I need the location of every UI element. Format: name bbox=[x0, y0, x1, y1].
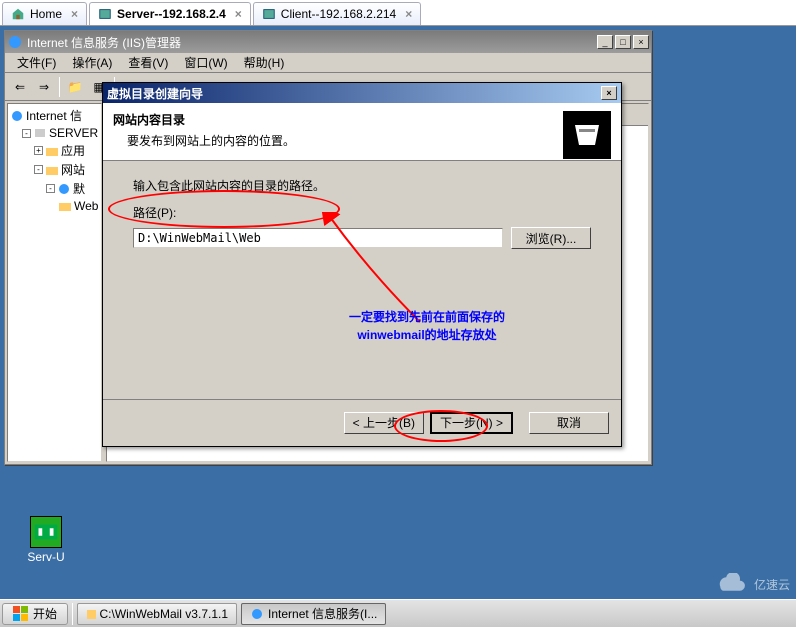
wizard-header-text: 网站内容目录 要发布到网站上的内容的位置。 bbox=[113, 111, 563, 152]
tree-server[interactable]: -SERVER bbox=[10, 125, 99, 141]
wizard-subheading: 要发布到网站上的内容的位置。 bbox=[113, 132, 563, 149]
annotation-text: 一定要找到先前在前面保存的winwebmail的地址存放处 bbox=[322, 308, 532, 344]
tree-web[interactable]: -网站 bbox=[10, 160, 99, 179]
minimize-button[interactable]: _ bbox=[597, 35, 613, 49]
close-icon[interactable]: × bbox=[71, 7, 78, 21]
path-input[interactable] bbox=[133, 228, 503, 248]
close-button[interactable]: × bbox=[633, 35, 649, 49]
wizard-header-icon bbox=[563, 111, 611, 159]
tab-label: Home bbox=[30, 7, 62, 21]
wizard-title: 虚拟目录创建向导 bbox=[107, 85, 599, 102]
close-icon[interactable]: × bbox=[235, 7, 242, 21]
forward-button[interactable]: ⇒ bbox=[33, 76, 55, 98]
next-button[interactable]: 下一步(N) > bbox=[430, 412, 513, 434]
task-winwebmail[interactable]: C:\WinWebMail v3.7.1.1 bbox=[77, 603, 237, 625]
close-button[interactable]: × bbox=[601, 86, 617, 100]
back-button[interactable]: ⇐ bbox=[9, 76, 31, 98]
start-button[interactable]: 开始 bbox=[2, 603, 68, 625]
path-row: 浏览(R)... bbox=[133, 227, 591, 249]
menu-file[interactable]: 文件(F) bbox=[9, 52, 64, 73]
tree-app[interactable]: +应用 bbox=[10, 141, 99, 160]
tab-label: Client--192.168.2.214 bbox=[281, 7, 396, 21]
task-label: C:\WinWebMail v3.7.1.1 bbox=[100, 607, 229, 621]
wizard-body: 输入包含此网站内容的目录的路径。 路径(P): 浏览(R)... bbox=[103, 161, 621, 399]
wizard-instruction: 输入包含此网站内容的目录的路径。 bbox=[133, 177, 591, 194]
window-title: Internet 信息服务 (IIS)管理器 bbox=[27, 34, 595, 51]
back-button[interactable]: < 上一步(B) bbox=[344, 412, 424, 434]
wizard-heading: 网站内容目录 bbox=[113, 111, 563, 128]
windows-icon bbox=[13, 606, 29, 622]
wizard-titlebar: 虚拟目录创建向导 × bbox=[103, 83, 621, 103]
menu-view[interactable]: 查看(V) bbox=[120, 52, 176, 73]
desktop-icon-servu[interactable]: Serv-U bbox=[22, 516, 70, 564]
separator bbox=[72, 603, 73, 625]
tab-home[interactable]: Home × bbox=[2, 2, 87, 25]
taskbar: 开始 C:\WinWebMail v3.7.1.1 Internet 信息服务(… bbox=[0, 599, 796, 627]
task-iis[interactable]: Internet 信息服务(I... bbox=[241, 603, 386, 625]
maximize-button[interactable]: □ bbox=[615, 35, 631, 49]
wizard-footer: < 上一步(B) 下一步(N) > 取消 bbox=[103, 399, 621, 445]
path-label: 路径(P): bbox=[133, 204, 591, 221]
window-buttons: _ □ × bbox=[595, 35, 649, 49]
separator bbox=[59, 77, 60, 97]
wizard-dialog: 虚拟目录创建向导 × 网站内容目录 要发布到网站上的内容的位置。 输入包含此网站… bbox=[102, 82, 622, 447]
titlebar: Internet 信息服务 (IIS)管理器 _ □ × bbox=[5, 31, 651, 53]
tree-default[interactable]: -默 bbox=[10, 179, 99, 198]
browse-button[interactable]: 浏览(R)... bbox=[511, 227, 591, 249]
menu-help[interactable]: 帮助(H) bbox=[236, 52, 293, 73]
menu-action[interactable]: 操作(A) bbox=[64, 52, 120, 73]
tree-webfolder[interactable]: Web bbox=[10, 198, 99, 214]
tab-server[interactable]: Server--192.168.2.4 × bbox=[89, 2, 251, 25]
menu-window[interactable]: 窗口(W) bbox=[176, 52, 235, 73]
server-icon bbox=[98, 7, 112, 21]
browser-tabs: Home × Server--192.168.2.4 × Client--192… bbox=[0, 0, 796, 26]
up-button[interactable]: 📁 bbox=[64, 76, 86, 98]
tab-label: Server--192.168.2.4 bbox=[117, 7, 226, 21]
client-icon bbox=[262, 7, 276, 21]
start-label: 开始 bbox=[33, 605, 57, 622]
wizard-header: 网站内容目录 要发布到网站上的内容的位置。 bbox=[103, 103, 621, 161]
menubar: 文件(F) 操作(A) 查看(V) 窗口(W) 帮助(H) bbox=[5, 53, 651, 73]
tab-client[interactable]: Client--192.168.2.214 × bbox=[253, 2, 421, 25]
cancel-button[interactable]: 取消 bbox=[529, 412, 609, 434]
task-label: Internet 信息服务(I... bbox=[268, 605, 377, 622]
tree-root[interactable]: Internet 信 bbox=[10, 106, 99, 125]
tree-panel[interactable]: Internet 信 -SERVER +应用 -网站 -默 Web bbox=[7, 103, 102, 462]
folder-icon bbox=[86, 607, 96, 621]
watermark: 亿速云 bbox=[716, 573, 790, 595]
servu-icon bbox=[30, 516, 62, 548]
desktop-icon-label: Serv-U bbox=[27, 550, 64, 564]
close-icon[interactable]: × bbox=[405, 7, 412, 21]
iis-icon bbox=[250, 607, 264, 621]
iis-icon bbox=[7, 34, 23, 50]
home-icon bbox=[11, 7, 25, 21]
